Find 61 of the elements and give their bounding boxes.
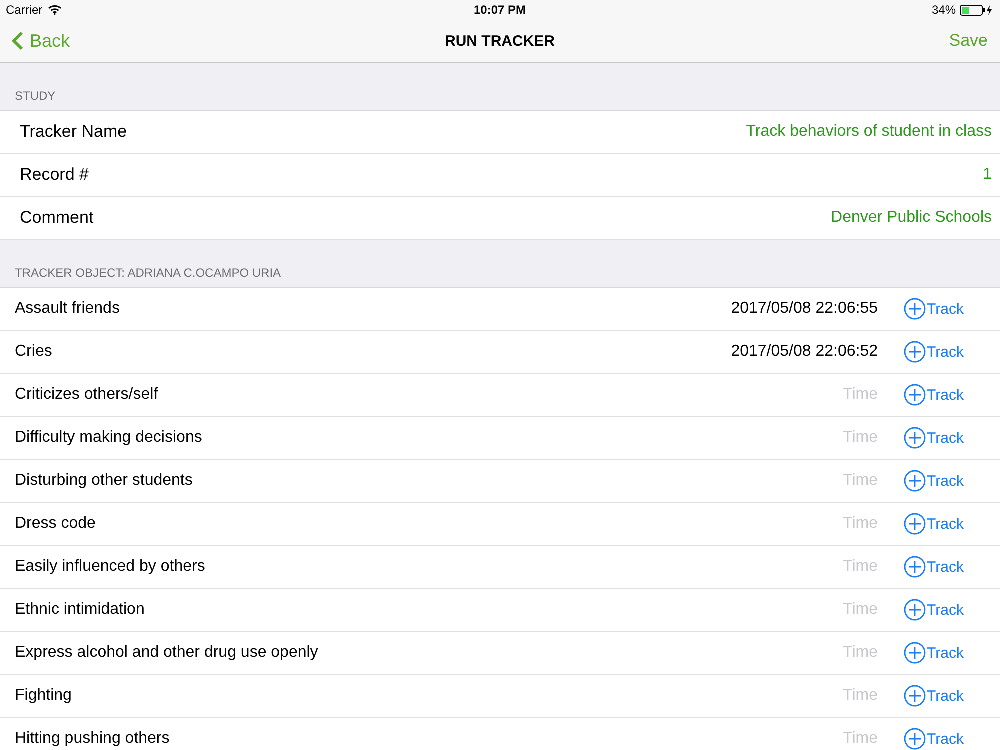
behavior-label: Assault friends [15, 300, 121, 318]
plus-circle-icon [904, 685, 926, 707]
chevron-icon [12, 31, 24, 51]
time-field[interactable]: Time [698, 601, 878, 619]
track-button[interactable]: Track [904, 599, 1000, 621]
plus-circle-icon [904, 298, 926, 320]
battery-percent: 34% [932, 3, 956, 17]
behavior-label: Express alcohol and other drug use openly [15, 644, 320, 662]
time-field[interactable]: Time [698, 644, 878, 662]
plus-circle-icon [904, 341, 926, 363]
behavior-label: Ethnic intimidation [15, 601, 146, 619]
time-field[interactable]: Time [698, 515, 878, 533]
behavior-label: Fighting [15, 687, 73, 705]
section-header: STUDY [15, 89, 56, 103]
track-button[interactable]: Track [904, 728, 1000, 750]
track-button[interactable]: Track [904, 341, 1000, 363]
track-button[interactable]: Track [904, 556, 1000, 578]
field-label: Comment [20, 208, 94, 228]
behavior-label: Easily influenced by others [15, 558, 206, 576]
field-label: Record # [20, 165, 89, 185]
plus-circle-icon [904, 384, 926, 406]
page-title: RUN TRACKER [445, 32, 555, 50]
field-value[interactable]: Track behaviors of student in class [746, 123, 992, 141]
behavior-label: Dress code [15, 515, 97, 533]
back-button[interactable]: Back [12, 30, 70, 52]
battery-icon [960, 4, 994, 16]
time-field[interactable]: Time [698, 687, 878, 705]
time-field[interactable]: Time [698, 386, 878, 404]
track-button[interactable]: Track [904, 298, 1000, 320]
field-value[interactable]: Denver Public Schools [831, 209, 992, 227]
behavior-label: Cries [15, 343, 54, 361]
time-field[interactable]: Time [698, 429, 878, 447]
time-field[interactable]: 2017/05/08 22:06:55 [698, 300, 878, 318]
track-button[interactable]: Track [904, 384, 1000, 406]
clock-time: 10:07 PM [474, 3, 526, 17]
save-button[interactable]: Save [949, 31, 988, 51]
plus-circle-icon [904, 599, 926, 621]
field-label: Tracker Name [20, 122, 128, 142]
track-button[interactable]: Track [904, 685, 1000, 707]
wifi-icon [48, 5, 62, 15]
carrier-label: Carrier [6, 3, 43, 17]
time-field[interactable]: Time [698, 558, 878, 576]
time-field[interactable]: 2017/05/08 22:06:52 [698, 343, 878, 361]
behavior-label: Difficulty making decisions [15, 429, 204, 447]
track-button[interactable]: Track [904, 427, 1000, 449]
plus-circle-icon [904, 642, 926, 664]
behavior-label: Criticizes others/self [15, 386, 160, 404]
behavior-label: Hitting pushing others [15, 730, 171, 748]
field-value[interactable]: 1 [983, 166, 992, 184]
section-header: TRACKER OBJECT: ADRIANA C.OCAMPO URIA [15, 266, 282, 280]
plus-circle-icon [904, 427, 926, 449]
plus-circle-icon [904, 470, 926, 492]
time-field[interactable]: Time [698, 472, 878, 490]
plus-circle-icon [904, 513, 926, 535]
behavior-label: Disturbing other students [15, 472, 194, 490]
track-button[interactable]: Track [904, 513, 1000, 535]
plus-circle-icon [904, 728, 926, 750]
plus-circle-icon [904, 556, 926, 578]
track-button[interactable]: Track [904, 470, 1000, 492]
track-button[interactable]: Track [904, 642, 1000, 664]
time-field[interactable]: Time [698, 730, 878, 748]
